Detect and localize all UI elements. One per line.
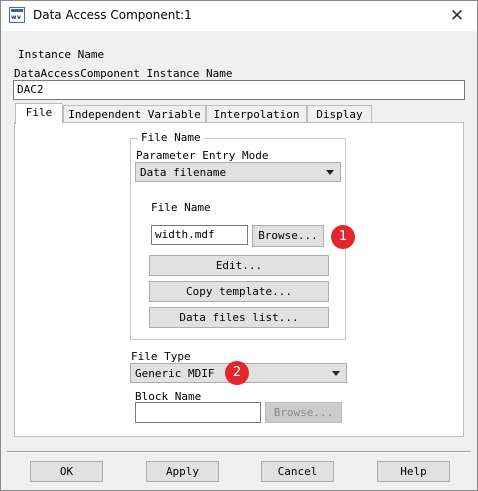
annotation-badge-2: 2: [225, 361, 249, 385]
entry-mode-select[interactable]: Data filename: [135, 162, 341, 182]
file-type-value: Generic MDIF: [135, 367, 215, 380]
footer-divider: [7, 451, 471, 453]
annotation-badge-1: 1: [331, 225, 355, 249]
instance-name-field[interactable]: DAC2: [13, 80, 465, 100]
chevron-down-icon: [332, 371, 340, 376]
block-name-field[interactable]: [135, 402, 261, 423]
copy-template-button[interactable]: Copy template...: [149, 281, 329, 302]
file-name-label: File Name: [151, 201, 211, 214]
window-title: Data Access Component:1: [33, 8, 192, 22]
title-bar: wv Data Access Component:1 ✕: [1, 1, 477, 31]
instance-name-label: DataAccessComponent Instance Name: [14, 67, 233, 80]
file-name-field[interactable]: width.mdf: [151, 225, 248, 245]
close-icon[interactable]: ✕: [443, 3, 471, 29]
dialog-window: wv Data Access Component:1 ✕ Instance Na…: [0, 0, 478, 491]
ads-schematic-icon: wv: [9, 7, 25, 23]
file-type-label: File Type: [131, 350, 191, 363]
cancel-button[interactable]: Cancel: [261, 461, 334, 482]
apply-button[interactable]: Apply: [146, 461, 219, 482]
data-files-list-button[interactable]: Data files list...: [149, 307, 329, 328]
entry-mode-label: Parameter Entry Mode: [136, 149, 269, 162]
file-name-group-label: File Name: [138, 131, 204, 144]
tab-file[interactable]: File: [15, 103, 63, 124]
browse-button[interactable]: Browse...: [252, 225, 324, 247]
help-button[interactable]: Help: [377, 461, 450, 482]
ok-button[interactable]: OK: [30, 461, 103, 482]
entry-mode-value: Data filename: [140, 166, 227, 179]
instance-section-label: Instance Name: [18, 48, 105, 61]
edit-button[interactable]: Edit...: [149, 255, 329, 276]
chevron-down-icon: [326, 170, 334, 175]
block-browse-button: Browse...: [265, 402, 342, 423]
